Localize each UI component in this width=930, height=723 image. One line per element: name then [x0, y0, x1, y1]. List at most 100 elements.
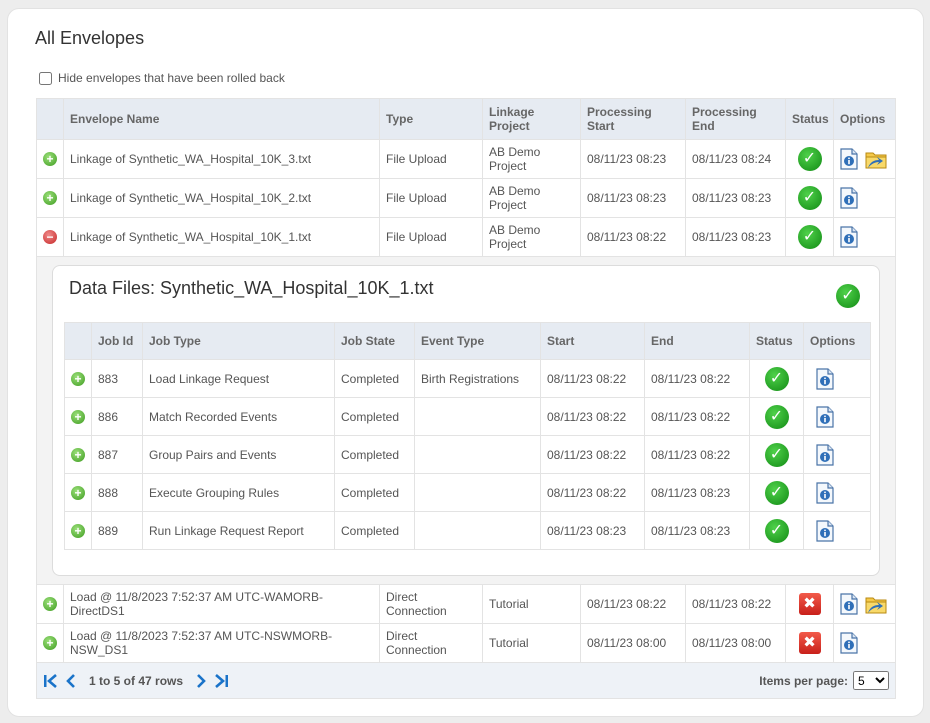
- plus-icon[interactable]: +: [43, 636, 57, 651]
- job-expand-toggle[interactable]: +: [64, 359, 92, 398]
- job-id-header[interactable]: Job Id: [91, 322, 143, 360]
- expand-toggle[interactable]: +: [36, 139, 64, 179]
- info-icon[interactable]: [816, 367, 834, 390]
- job-expand-header: [64, 322, 92, 360]
- expand-toggle[interactable]: +: [36, 178, 64, 218]
- job-state: Completed: [334, 435, 415, 474]
- envelope-name: Linkage of Synthetic_WA_Hospital_10K_2.t…: [63, 178, 380, 218]
- job-id: 887: [91, 435, 143, 474]
- plus-icon[interactable]: +: [71, 485, 85, 500]
- plus-icon[interactable]: +: [71, 409, 85, 424]
- info-icon[interactable]: [840, 632, 858, 654]
- processing-start: 08/11/23 08:23: [580, 178, 686, 218]
- plus-icon[interactable]: +: [71, 523, 85, 538]
- linkage-project-link[interactable]: Tutorial: [482, 584, 581, 624]
- job-status-header: Status: [749, 322, 804, 360]
- info-icon[interactable]: [840, 148, 858, 170]
- options-cell: [833, 217, 896, 257]
- last-page-icon[interactable]: [213, 673, 229, 688]
- envelope-row[interactable]: + Load @ 11/8/2023 7:52:37 AM UTC-NSWMORB…: [36, 623, 896, 663]
- envelope-row[interactable]: − Linkage of Synthetic_WA_Hospital_10K_1.…: [36, 217, 896, 257]
- envelope-row[interactable]: + Linkage of Synthetic_WA_Hospital_10K_3.…: [36, 139, 896, 179]
- success-icon: ✓: [836, 284, 860, 308]
- envelope-row[interactable]: + Load @ 11/8/2023 7:52:37 AM UTC-WAMORB-…: [36, 584, 896, 624]
- processing-end-header[interactable]: Processing End: [685, 98, 786, 140]
- job-state: Completed: [334, 397, 415, 436]
- hide-rolled-back-checkbox[interactable]: [39, 71, 52, 85]
- job-expand-toggle[interactable]: +: [64, 435, 92, 474]
- job-row[interactable]: +883 Load Linkage Request Completed Birth R…: [64, 359, 871, 398]
- event-type-header[interactable]: Event Type: [414, 322, 541, 360]
- job-row[interactable]: +889 Run Linkage Request Report Completed 0…: [64, 511, 871, 550]
- plus-icon[interactable]: +: [43, 152, 57, 167]
- start-header[interactable]: Start: [540, 322, 645, 360]
- processing-end: 08/11/23 08:23: [685, 217, 786, 257]
- expand-header: [36, 98, 64, 140]
- info-icon[interactable]: [840, 593, 858, 615]
- folder-icon[interactable]: [864, 148, 888, 170]
- job-id: 889: [91, 511, 143, 550]
- job-expand-toggle[interactable]: +: [64, 511, 92, 550]
- info-icon[interactable]: [840, 187, 858, 209]
- prev-page-icon[interactable]: [65, 673, 77, 688]
- envelope-row[interactable]: + Linkage of Synthetic_WA_Hospital_10K_2.…: [36, 178, 896, 218]
- info-icon[interactable]: [816, 481, 834, 504]
- pager: 1 to 5 of 47 rows Items per page: 5102050: [43, 671, 889, 690]
- expand-toggle[interactable]: +: [36, 584, 64, 624]
- hide-rolled-back-option[interactable]: Hide envelopes that have been rolled bac…: [39, 71, 285, 85]
- info-icon[interactable]: [816, 519, 834, 542]
- job-expand-toggle[interactable]: +: [64, 473, 92, 512]
- plus-icon[interactable]: +: [43, 191, 57, 206]
- items-per-page-select[interactable]: 5102050: [853, 671, 889, 690]
- job-end: 08/11/23 08:22: [644, 397, 750, 436]
- error-icon: ✖: [798, 593, 821, 615]
- processing-end: 08/11/23 08:24: [685, 139, 786, 179]
- envelope-type: File Upload: [379, 139, 483, 179]
- options-cell: [833, 584, 896, 624]
- job-state: Completed: [334, 511, 415, 550]
- linkage-project-header[interactable]: Linkage Project: [482, 98, 581, 140]
- end-header[interactable]: End: [644, 322, 750, 360]
- job-row[interactable]: +887 Group Pairs and Events Completed 08/11…: [64, 435, 871, 474]
- processing-start: 08/11/23 08:00: [580, 623, 686, 663]
- envelope-name: Linkage of Synthetic_WA_Hospital_10K_3.t…: [63, 139, 380, 179]
- event-type-link[interactable]: [414, 397, 541, 436]
- event-type-link[interactable]: [414, 473, 541, 512]
- job-expand-toggle[interactable]: +: [64, 397, 92, 436]
- type-header[interactable]: Type: [379, 98, 483, 140]
- event-type-link[interactable]: [414, 435, 541, 474]
- job-type-header[interactable]: Job Type: [142, 322, 335, 360]
- plus-icon[interactable]: +: [43, 597, 57, 612]
- job-row[interactable]: +886 Match Recorded Events Completed 08/11/…: [64, 397, 871, 436]
- event-type-link[interactable]: Birth Registrations: [414, 359, 541, 398]
- envelope-name-header[interactable]: Envelope Name: [63, 98, 380, 140]
- success-icon: ✓: [764, 518, 789, 543]
- job-end: 08/11/23 08:23: [644, 511, 750, 550]
- info-icon[interactable]: [816, 443, 834, 466]
- job-id: 886: [91, 397, 143, 436]
- info-icon[interactable]: [816, 405, 834, 428]
- job-row[interactable]: +888 Execute Grouping Rules Completed 08/11…: [64, 473, 871, 512]
- error-icon: ✖: [798, 632, 821, 654]
- expand-toggle[interactable]: +: [36, 623, 64, 663]
- job-state-header[interactable]: Job State: [334, 322, 415, 360]
- linkage-project-link[interactable]: AB Demo Project: [482, 217, 581, 257]
- folder-icon[interactable]: [864, 593, 888, 615]
- processing-start-header[interactable]: Processing Start: [580, 98, 686, 140]
- job-state: Completed: [334, 359, 415, 398]
- success-icon: ✓: [797, 147, 822, 171]
- linkage-project-link[interactable]: AB Demo Project: [482, 178, 581, 218]
- info-icon[interactable]: [840, 226, 858, 248]
- next-page-icon[interactable]: [195, 673, 207, 688]
- first-page-icon[interactable]: [43, 673, 59, 688]
- linkage-project-link[interactable]: AB Demo Project: [482, 139, 581, 179]
- processing-end: 08/11/23 08:00: [685, 623, 786, 663]
- event-type-link[interactable]: [414, 511, 541, 550]
- plus-icon[interactable]: +: [71, 447, 85, 462]
- minus-icon[interactable]: −: [43, 230, 57, 245]
- job-type: Group Pairs and Events: [142, 435, 335, 474]
- linkage-project-link[interactable]: Tutorial: [482, 623, 581, 663]
- plus-icon[interactable]: +: [71, 371, 85, 386]
- expand-toggle[interactable]: −: [36, 217, 64, 257]
- job-start: 08/11/23 08:22: [540, 397, 645, 436]
